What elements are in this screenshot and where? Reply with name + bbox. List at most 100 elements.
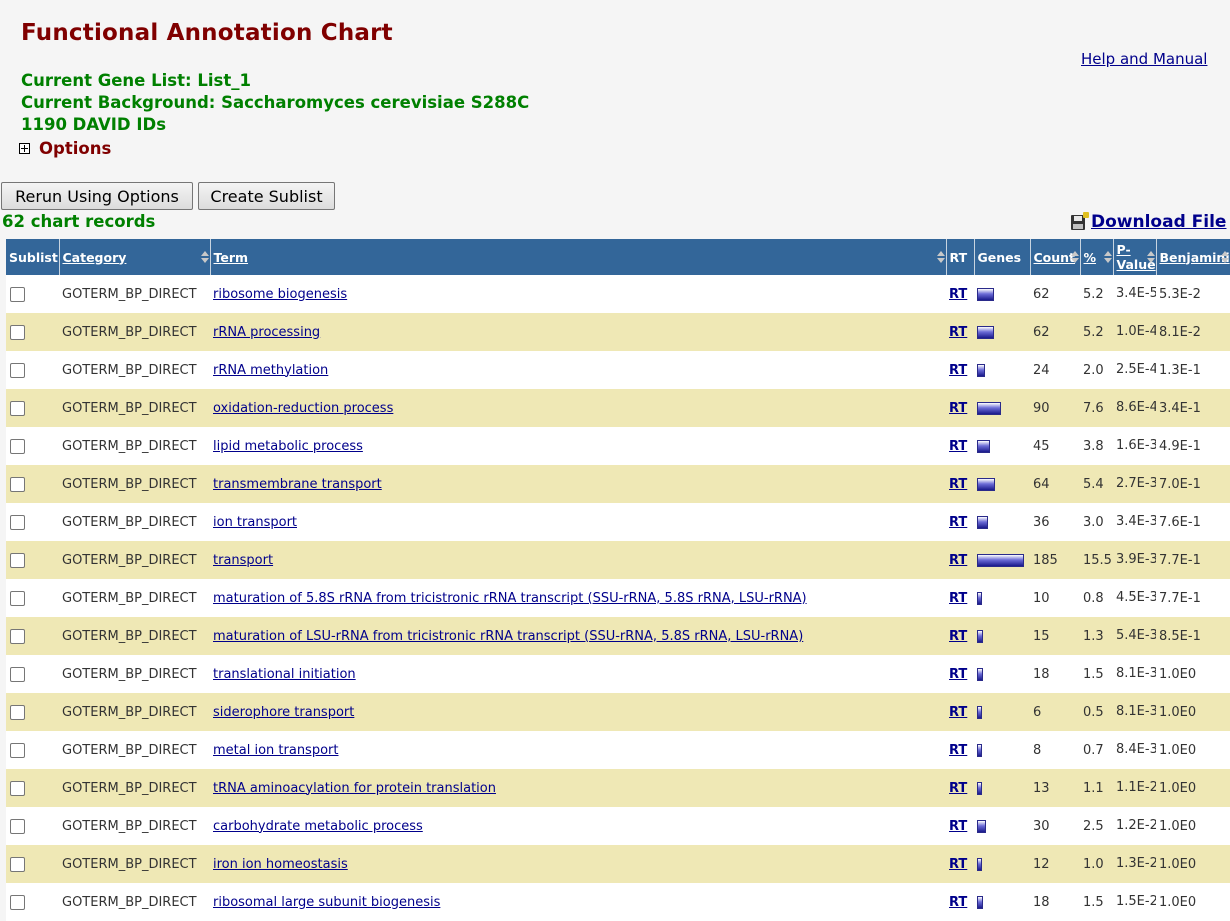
table-row: GOTERM_BP_DIRECT carbohydrate metabolic p… xyxy=(6,807,1230,845)
sublist-checkbox[interactable] xyxy=(10,818,25,834)
term-link[interactable]: maturation of LSU-rRNA from tricistronic… xyxy=(213,629,803,644)
rt-link[interactable]: RT xyxy=(949,287,967,302)
sublist-checkbox[interactable] xyxy=(10,286,25,302)
benjamini-cell: 1.0E0 xyxy=(1156,883,1230,921)
rt-link[interactable]: RT xyxy=(949,591,967,606)
sublist-checkbox[interactable] xyxy=(10,590,25,606)
sort-icon[interactable] xyxy=(200,251,209,263)
sort-icon[interactable] xyxy=(1070,251,1079,263)
rt-link[interactable]: RT xyxy=(949,325,967,340)
rt-link[interactable]: RT xyxy=(949,401,967,416)
rt-link[interactable]: RT xyxy=(949,895,967,910)
rt-link[interactable]: RT xyxy=(949,743,967,758)
category-cell: GOTERM_BP_DIRECT xyxy=(59,351,210,389)
term-link[interactable]: carbohydrate metabolic process xyxy=(213,819,423,834)
genes-bar[interactable] xyxy=(977,705,982,719)
header-term[interactable]: Term xyxy=(210,239,947,275)
table-row: GOTERM_BP_DIRECT iron ion homeostasis RT 12… xyxy=(6,845,1230,883)
rt-link[interactable]: RT xyxy=(949,629,967,644)
sublist-checkbox[interactable] xyxy=(10,514,25,530)
sublist-checkbox[interactable] xyxy=(10,666,25,682)
create-sublist-button[interactable]: Create Sublist xyxy=(198,182,335,210)
term-link[interactable]: tRNA aminoacylation for protein translat… xyxy=(213,781,496,796)
header-benjamini[interactable]: Benjamini xyxy=(1156,239,1230,275)
genes-bar[interactable] xyxy=(977,287,994,301)
term-link[interactable]: rRNA methylation xyxy=(213,363,328,378)
benjamini-cell: 1.0E0 xyxy=(1156,693,1230,731)
header-count[interactable]: Count xyxy=(1030,239,1081,275)
rerun-using-options-button[interactable]: Rerun Using Options xyxy=(1,182,193,210)
rt-link[interactable]: RT xyxy=(949,363,967,378)
pvalue-cell: 8.1E-3 xyxy=(1113,655,1156,693)
sort-icon[interactable] xyxy=(1103,251,1112,263)
category-cell: GOTERM_BP_DIRECT xyxy=(59,503,210,541)
genes-bar[interactable] xyxy=(977,667,983,681)
table-row: GOTERM_BP_DIRECT rRNA processing RT 62 5.2 1.… xyxy=(6,313,1230,351)
rt-link[interactable]: RT xyxy=(949,477,967,492)
genes-bar[interactable] xyxy=(977,781,982,795)
sublist-checkbox[interactable] xyxy=(10,742,25,758)
genes-bar[interactable] xyxy=(977,743,982,757)
rt-link[interactable]: RT xyxy=(949,553,967,568)
count-cell: 64 xyxy=(1030,465,1080,503)
term-link[interactable]: ion transport xyxy=(213,515,297,530)
sublist-checkbox[interactable] xyxy=(10,780,25,796)
header-sublist: Sublist xyxy=(6,239,60,275)
genes-bar[interactable] xyxy=(977,591,982,605)
genes-bar[interactable] xyxy=(977,325,994,339)
term-link[interactable]: siderophore transport xyxy=(213,705,354,720)
rt-link[interactable]: RT xyxy=(949,705,967,720)
sublist-checkbox[interactable] xyxy=(10,552,25,568)
options-toggle[interactable]: Options xyxy=(19,139,111,158)
term-link[interactable]: transmembrane transport xyxy=(213,477,382,492)
sublist-checkbox[interactable] xyxy=(10,476,25,492)
expand-plus-icon[interactable] xyxy=(19,143,30,154)
genes-bar[interactable] xyxy=(977,553,1024,567)
term-link[interactable]: metal ion transport xyxy=(213,743,338,758)
sublist-checkbox[interactable] xyxy=(10,856,25,872)
genes-bar[interactable] xyxy=(977,819,986,833)
genes-bar[interactable] xyxy=(977,401,1001,415)
term-link[interactable]: transport xyxy=(213,553,273,568)
header-percent[interactable]: % xyxy=(1080,239,1114,275)
sort-icon[interactable] xyxy=(1220,251,1229,263)
term-link[interactable]: ribosome biogenesis xyxy=(213,287,347,302)
sublist-checkbox[interactable] xyxy=(10,438,25,454)
rt-link[interactable]: RT xyxy=(949,667,967,682)
genes-bar[interactable] xyxy=(977,857,982,871)
term-link[interactable]: ribosomal large subunit biogenesis xyxy=(213,895,440,910)
genes-bar[interactable] xyxy=(977,363,985,377)
header-pvalue[interactable]: P-Value xyxy=(1113,239,1157,275)
genes-bar[interactable] xyxy=(977,439,990,453)
sublist-checkbox[interactable] xyxy=(10,362,25,378)
genes-bar[interactable] xyxy=(977,515,988,529)
genes-bar[interactable] xyxy=(977,477,995,491)
term-link[interactable]: oxidation-reduction process xyxy=(213,401,393,416)
term-link[interactable]: lipid metabolic process xyxy=(213,439,363,454)
category-cell: GOTERM_BP_DIRECT xyxy=(59,655,210,693)
sublist-checkbox[interactable] xyxy=(10,704,25,720)
rt-link[interactable]: RT xyxy=(949,781,967,796)
term-link[interactable]: translational initiation xyxy=(213,667,356,682)
sublist-checkbox[interactable] xyxy=(10,628,25,644)
rt-cell: RT xyxy=(946,541,974,579)
sort-icon[interactable] xyxy=(1146,251,1155,263)
sublist-checkbox[interactable] xyxy=(10,324,25,340)
header-category[interactable]: Category xyxy=(59,239,211,275)
help-manual-link[interactable]: Help and Manual xyxy=(1081,50,1207,68)
term-link[interactable]: rRNA processing xyxy=(213,325,320,340)
genes-bar[interactable] xyxy=(977,895,983,909)
term-cell: maturation of LSU-rRNA from tricistronic… xyxy=(210,617,946,655)
sublist-checkbox[interactable] xyxy=(10,894,25,910)
genes-bar[interactable] xyxy=(977,629,983,643)
rt-link[interactable]: RT xyxy=(949,439,967,454)
download-file-link[interactable]: Download File xyxy=(1071,211,1226,232)
term-link[interactable]: iron ion homeostasis xyxy=(213,857,348,872)
rt-link[interactable]: RT xyxy=(949,857,967,872)
term-link[interactable]: maturation of 5.8S rRNA from tricistroni… xyxy=(213,591,807,606)
genes-cell xyxy=(974,427,1030,465)
rt-link[interactable]: RT xyxy=(949,819,967,834)
sublist-checkbox[interactable] xyxy=(10,400,25,416)
sort-icon[interactable] xyxy=(936,251,945,263)
rt-link[interactable]: RT xyxy=(949,515,967,530)
